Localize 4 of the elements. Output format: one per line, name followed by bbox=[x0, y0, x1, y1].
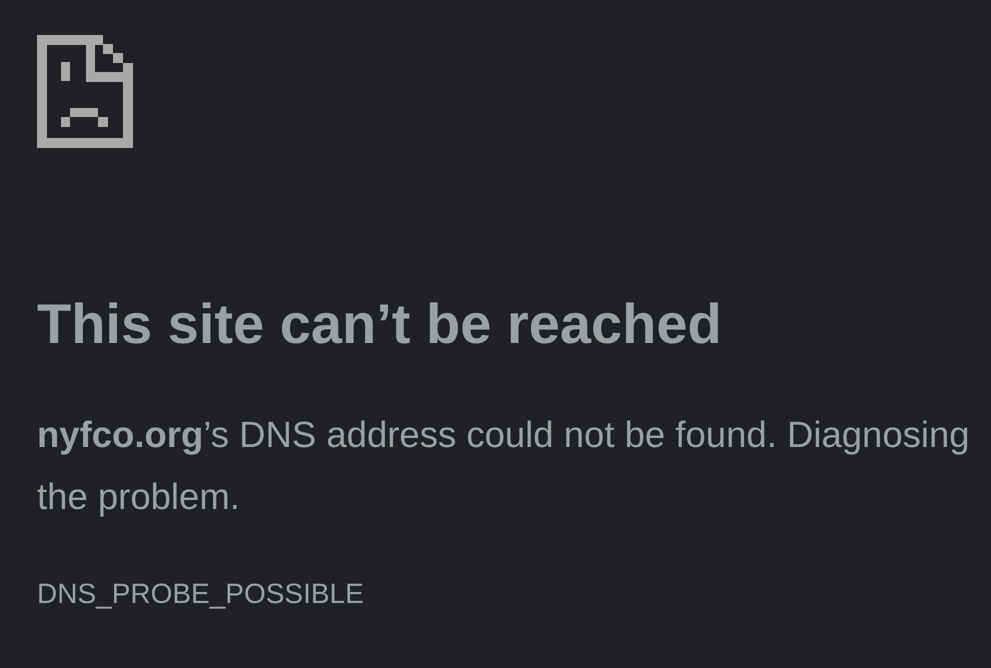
error-code: DNS_PROBE_POSSIBLE bbox=[37, 578, 364, 609]
error-heading: This site can’t be reached bbox=[37, 292, 722, 356]
error-message: nyfco.org’s DNS address could not be found. Diagnosing the problem. bbox=[37, 413, 971, 519]
sad-document-icon bbox=[37, 35, 133, 148]
